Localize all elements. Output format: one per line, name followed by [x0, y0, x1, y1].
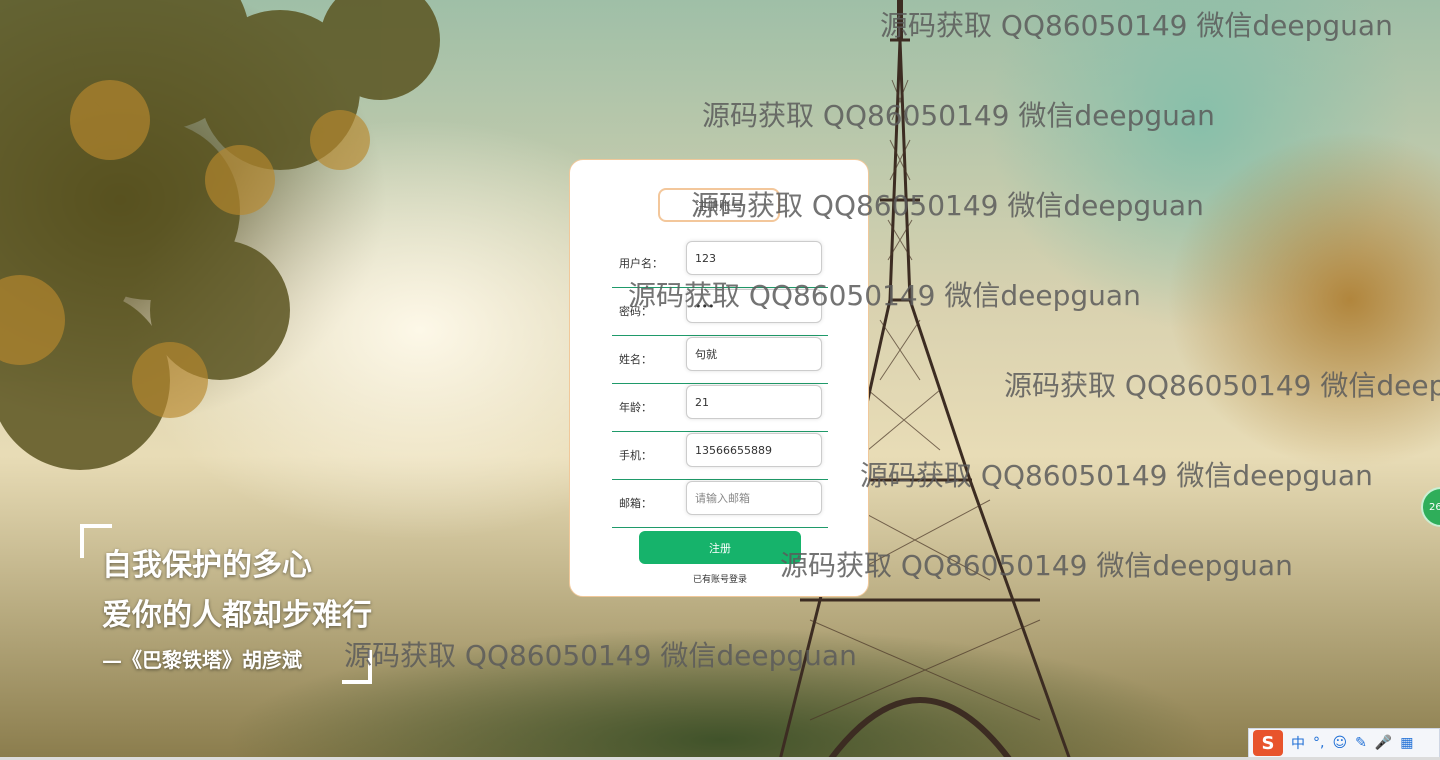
tree-foliage-left: [0, 0, 440, 470]
ime-punctuation-toggle[interactable]: °,: [1313, 735, 1324, 751]
password-label: 密码：: [619, 305, 652, 318]
smiley-icon[interactable]: ☺: [1332, 735, 1347, 751]
field-row-age: 年龄：: [612, 385, 828, 432]
name-label: 姓名：: [619, 353, 652, 366]
name-input[interactable]: [686, 337, 822, 371]
field-row-password: 密码：: [612, 289, 828, 336]
quote-line-2: 爱你的人都却步难行: [102, 598, 372, 633]
age-input[interactable]: [686, 385, 822, 419]
field-row-email: 邮箱：: [612, 481, 828, 528]
email-input[interactable]: [686, 481, 822, 515]
login-link[interactable]: 已有账号登录: [570, 572, 870, 585]
register-button[interactable]: 注册: [639, 531, 801, 564]
form-title: 注册账号: [658, 188, 780, 222]
field-row-phone: 手机：: [612, 433, 828, 480]
password-input[interactable]: [686, 289, 822, 323]
phone-label: 手机：: [619, 449, 652, 462]
quote-line-3: —《巴黎铁塔》胡彦斌: [102, 648, 302, 672]
pen-icon[interactable]: ✎: [1355, 735, 1367, 751]
age-label: 年龄：: [619, 401, 652, 414]
quote-overlay: 自我保护的多心 爱你的人都却步难行 —《巴黎铁塔》胡彦斌: [80, 520, 400, 690]
quote-corner-bottom-right: [342, 650, 372, 684]
phone-input[interactable]: [686, 433, 822, 467]
ime-language-toggle[interactable]: 中: [1291, 733, 1305, 753]
field-row-username: 用户名：: [612, 241, 828, 288]
email-label: 邮箱：: [619, 497, 652, 510]
field-row-name: 姓名：: [612, 337, 828, 384]
microphone-icon[interactable]: 🎤: [1375, 735, 1392, 751]
username-label: 用户名：: [619, 257, 663, 270]
register-card: 注册账号 用户名： 密码： 姓名： 年龄： 手机： 邮箱： 注册 已有账号登录: [569, 159, 869, 597]
username-input[interactable]: [686, 241, 822, 275]
ime-toolbar: S 中 °, ☺ ✎ 🎤 ▦: [1248, 728, 1440, 758]
sogou-logo-icon[interactable]: S: [1253, 730, 1283, 756]
grid-icon[interactable]: ▦: [1400, 735, 1413, 751]
quote-line-1: 自我保护的多心: [102, 548, 312, 583]
